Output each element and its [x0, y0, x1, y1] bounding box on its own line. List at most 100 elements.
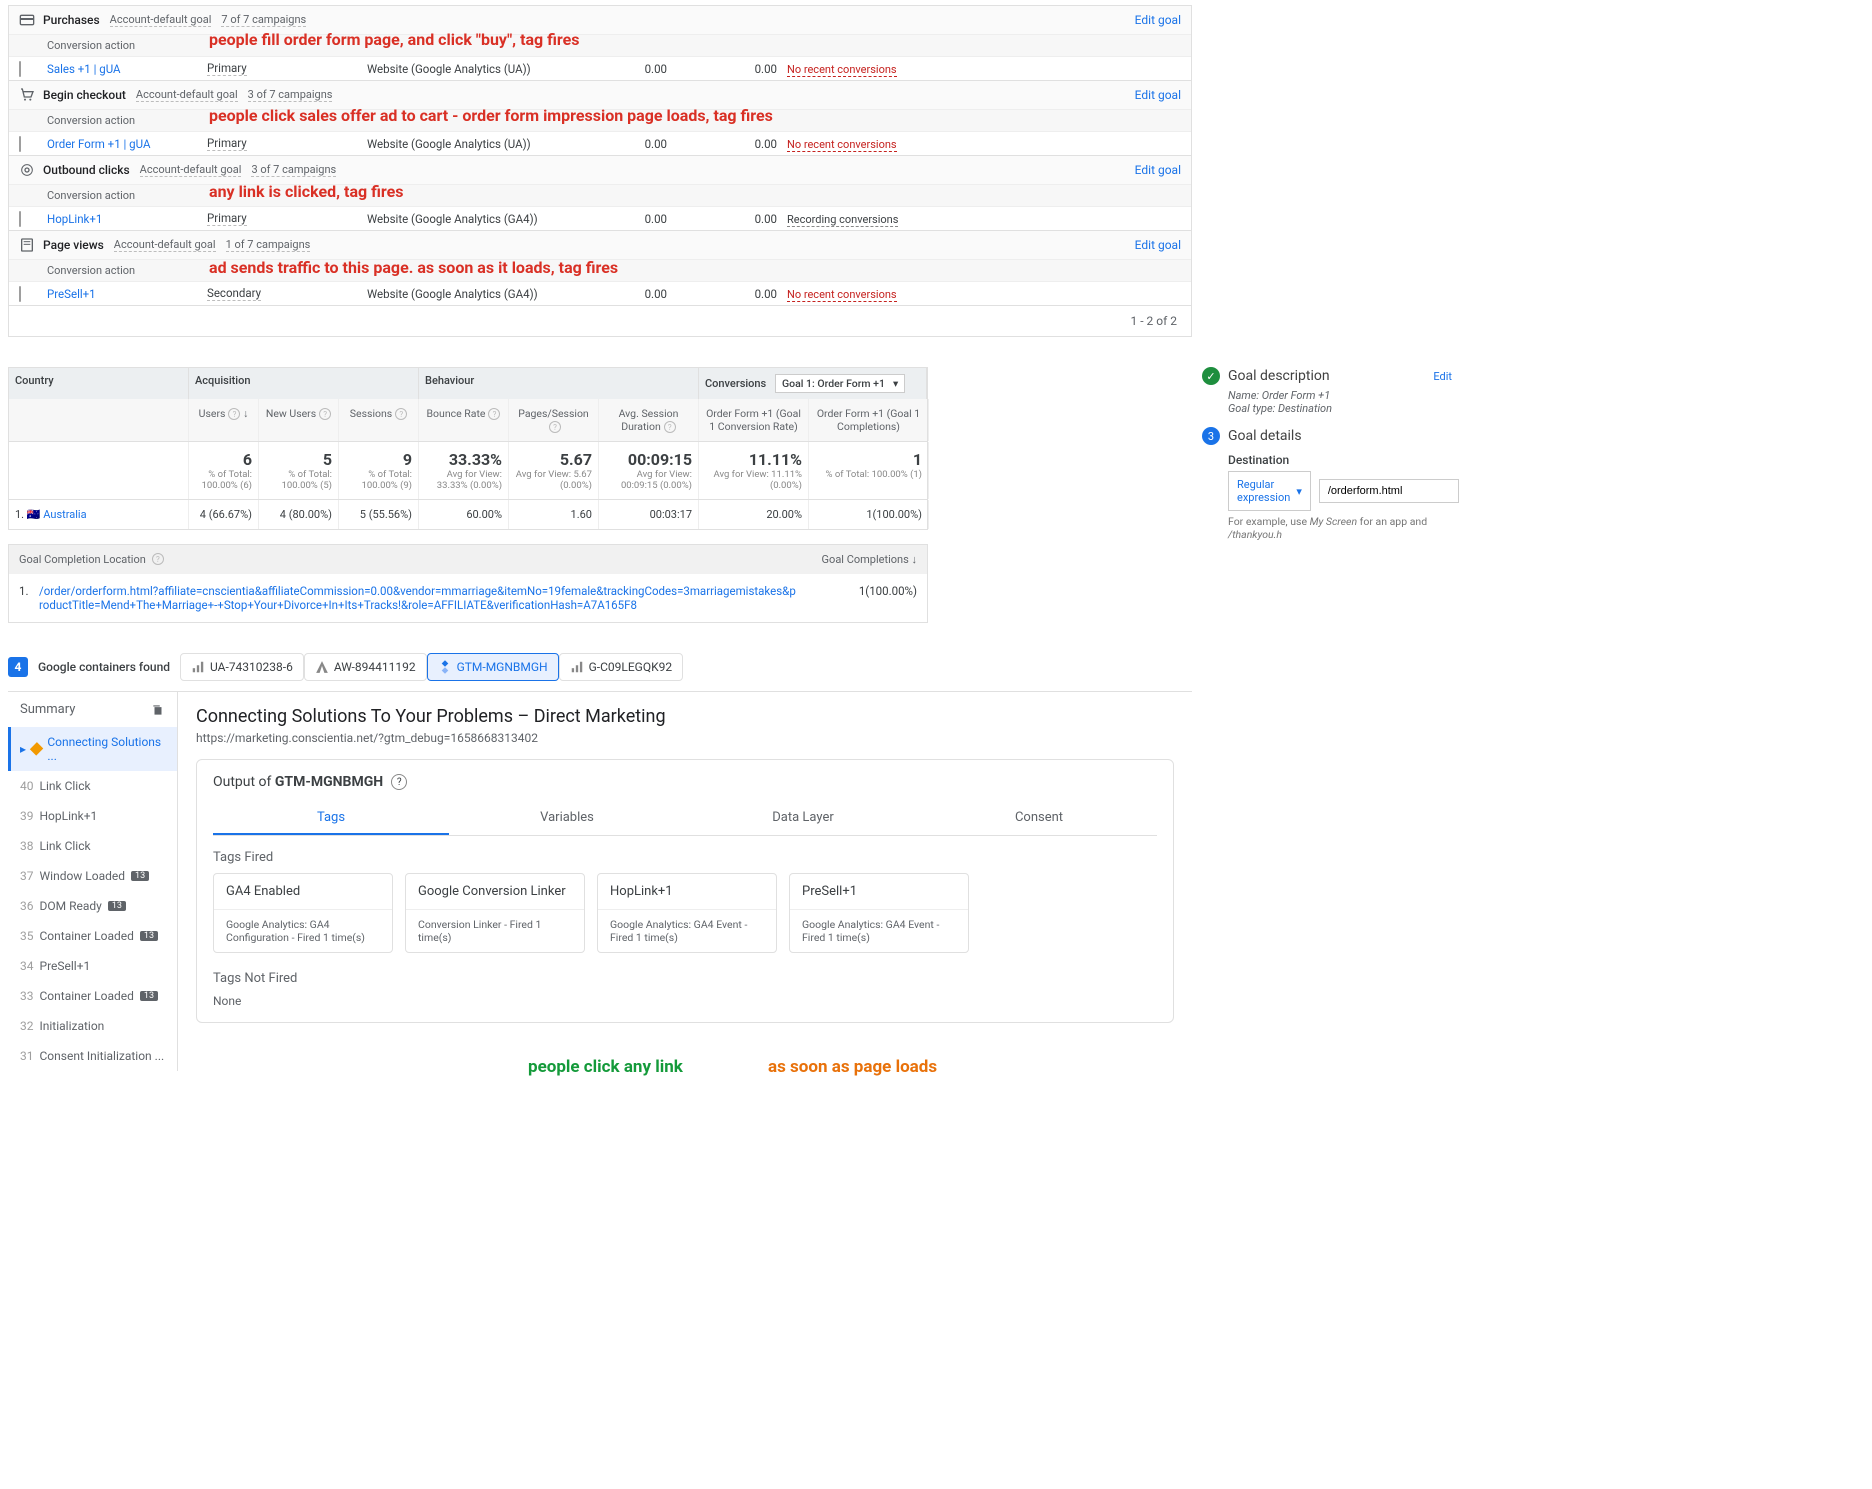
help-icon[interactable]: ? [391, 774, 407, 790]
trash-icon[interactable] [151, 703, 165, 717]
group-meta: 3 of 7 campaigns [248, 88, 333, 102]
event-item[interactable]: 32Initialization [8, 1011, 177, 1041]
cart-icon [19, 87, 35, 103]
edit-link[interactable]: Edit [1433, 370, 1452, 383]
pagination-label: 1 - 2 of 2 [9, 305, 1191, 336]
event-item[interactable]: ▸Connecting Solutions ... [8, 727, 177, 771]
step-goal-details: Goal details [1228, 428, 1302, 444]
conversion-action-link[interactable]: HopLink+1 [47, 212, 207, 226]
source-label: Website (Google Analytics (UA)) [367, 137, 567, 151]
conversion-row[interactable]: PreSell+1 Secondary Website (Google Anal… [9, 281, 1191, 305]
group-meta: 1 of 7 campaigns [226, 238, 311, 252]
edit-goal-link[interactable]: Edit goal [1135, 163, 1181, 177]
event-item[interactable]: 31Consent Initialization ... [8, 1041, 177, 1071]
tags-fired-label: Tags Fired [213, 850, 1157, 865]
goal-completions-value: 1(100.00%) [817, 584, 917, 612]
group-meta: Account-default goal [140, 163, 242, 177]
hint-text: For example, use My Screen for an app an… [1228, 515, 1452, 541]
group-begin-checkout[interactable]: Begin checkout Account-default goal 3 of… [9, 80, 1191, 109]
container-chip[interactable]: AW-894411192 [304, 653, 427, 681]
event-item[interactable]: 33Container Loaded13 [8, 981, 177, 1011]
container-chip[interactable]: GTM-MGNBMGH [427, 653, 559, 681]
status-label: No recent conversions [787, 138, 897, 152]
source-label: Website (Google Analytics (GA4)) [367, 287, 567, 301]
row-checkbox[interactable] [19, 136, 21, 152]
tag-tile[interactable]: HopLink+1Google Analytics: GA4 Event - F… [597, 873, 777, 953]
event-item[interactable]: 40Link Click [8, 771, 177, 801]
tab-consent[interactable]: Consent [921, 802, 1157, 835]
destination-input[interactable] [1319, 479, 1459, 503]
conversion-action-link[interactable]: PreSell+1 [47, 287, 207, 301]
conversion-action-link[interactable]: Order Form +1 | gUA [47, 137, 207, 151]
event-item[interactable]: 36DOM Ready13 [8, 891, 177, 921]
match-type-dropdown[interactable]: Regular expression▾ [1228, 471, 1311, 511]
conversion-row[interactable]: Sales +1 | gUA Primary Website (Google A… [9, 56, 1191, 80]
col-newusers[interactable]: New Users? [259, 399, 339, 441]
row-checkbox[interactable] [19, 211, 21, 227]
col-conversion-action: Conversion action [47, 39, 207, 52]
tag-tile[interactable]: GA4 EnabledGoogle Analytics: GA4 Configu… [213, 873, 393, 953]
conversion-row[interactable]: HopLink+1 Primary Website (Google Analyt… [9, 206, 1191, 230]
group-outbound-clicks[interactable]: Outbound clicks Account-default goal 3 o… [9, 155, 1191, 184]
col-users[interactable]: Users? ↓ [189, 399, 259, 441]
status-label: No recent conversions [787, 63, 897, 77]
step-goal-description: Goal description [1228, 368, 1330, 384]
conversion-action-link[interactable]: Sales +1 | gUA [47, 62, 207, 76]
col-group-behaviour: Behaviour [419, 368, 699, 399]
events-sidebar: Summary ▸Connecting Solutions ...40Link … [8, 692, 178, 1071]
tag-assistant-panel: 4 Google containers found UA-74310238-6A… [8, 653, 1192, 1071]
source-label: Website (Google Analytics (UA)) [367, 62, 567, 76]
col-sessions[interactable]: Sessions? [339, 399, 419, 441]
tag-tile[interactable]: PreSell+1Google Analytics: GA4 Event - F… [789, 873, 969, 953]
value1: 0.00 [567, 212, 677, 226]
tag-tile[interactable]: Google Conversion LinkerConversion Linke… [405, 873, 585, 953]
event-item[interactable]: 38Link Click [8, 831, 177, 861]
optimization-label: Secondary [207, 286, 261, 301]
country-row[interactable]: 1. 🇦🇺 Australia 4 (66.67%) 4 (80.00%) 5 … [9, 499, 927, 529]
event-item[interactable]: 35Container Loaded13 [8, 921, 177, 951]
country-link[interactable]: Australia [43, 508, 86, 521]
summary-label[interactable]: Summary [20, 702, 75, 717]
group-meta: Account-default goal [114, 238, 216, 252]
tab-tags[interactable]: Tags [213, 802, 449, 835]
col-pps[interactable]: Pages/Session? [509, 399, 599, 441]
diamond-icon [30, 742, 44, 756]
container-chip[interactable]: UA-74310238-6 [180, 653, 304, 681]
group-page-views[interactable]: Page views Account-default goal 1 of 7 c… [9, 230, 1191, 259]
col-goal-completions: Goal Completions [822, 553, 909, 566]
column-header: Conversion action [9, 34, 1191, 56]
event-item[interactable]: 37Window Loaded13 [8, 861, 177, 891]
column-header: Conversion action [9, 184, 1191, 206]
conversion-row[interactable]: Order Form +1 | gUA Primary Website (Goo… [9, 131, 1191, 155]
tab-variables[interactable]: Variables [449, 802, 685, 835]
col-asd[interactable]: Avg. Session Duration? [599, 399, 699, 441]
group-meta: Account-default goal [136, 88, 238, 102]
edit-goal-link[interactable]: Edit goal [1135, 88, 1181, 102]
edit-goal-link[interactable]: Edit goal [1135, 13, 1181, 27]
col-group-conversions: Conversions Goal 1: Order Form +1▾ [699, 368, 927, 399]
goal-location-url[interactable]: /order/orderform.html?affiliate=cnscient… [39, 584, 817, 612]
value2: 0.00 [677, 212, 787, 226]
containers-found-label: Google containers found [38, 660, 170, 674]
group-purchases[interactable]: Purchases Account-default goal 7 of 7 ca… [9, 6, 1191, 34]
event-item[interactable]: 39HopLink+1 [8, 801, 177, 831]
col-goal-rate[interactable]: Order Form +1 (Goal 1 Conversion Rate) [699, 399, 809, 441]
value1: 0.00 [567, 62, 677, 76]
row-checkbox[interactable] [19, 286, 21, 302]
edit-goal-link[interactable]: Edit goal [1135, 238, 1181, 252]
row-checkbox[interactable] [19, 61, 21, 77]
col-goal-comp[interactable]: Order Form +1 (Goal 1 Completions) [809, 399, 929, 441]
page-title: Connecting Solutions To Your Problems – … [196, 706, 1174, 727]
column-header: Conversion action [9, 109, 1191, 131]
container-count-badge: 4 [8, 657, 28, 677]
goal-selector-dropdown[interactable]: Goal 1: Order Form +1▾ [775, 374, 905, 393]
tab-datalayer[interactable]: Data Layer [685, 802, 921, 835]
step-number-icon: 3 [1202, 427, 1220, 445]
container-chip[interactable]: G-C09LEGQK92 [559, 653, 684, 681]
optimization-label: Primary [207, 211, 247, 226]
event-item[interactable]: 34PreSell+1 [8, 951, 177, 981]
col-bounce[interactable]: Bounce Rate? [419, 399, 509, 441]
group-meta: Account-default goal [110, 13, 212, 27]
source-label: Website (Google Analytics (GA4)) [367, 212, 567, 226]
col-group-country: Country [9, 368, 189, 399]
